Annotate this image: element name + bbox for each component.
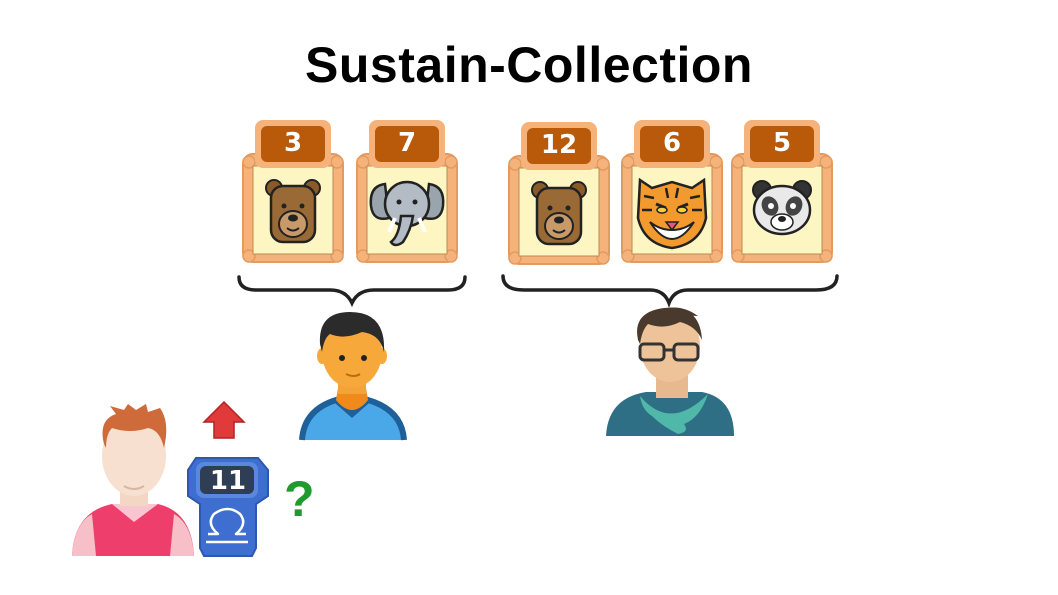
sustain-collection-diagram: Sustain-Collection 3 7 12 6 5 11 ? xyxy=(0,0,1058,595)
question-mark: ? xyxy=(284,471,315,527)
libra-icon xyxy=(206,507,248,544)
